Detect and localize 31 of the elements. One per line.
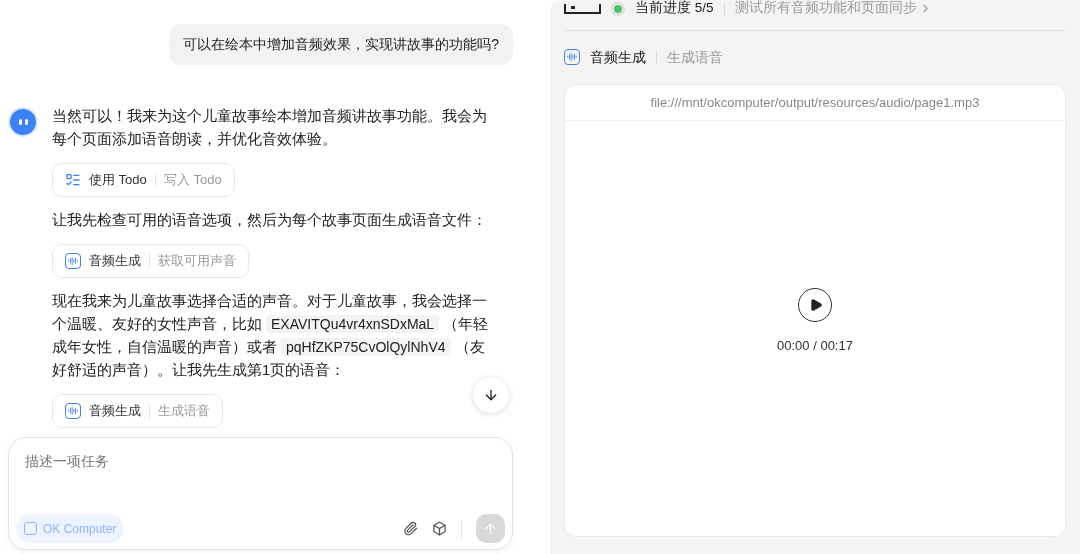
audio-wave-icon: [65, 253, 81, 269]
terminal-icon: [564, 3, 601, 14]
tool-name: 音频生成: [89, 252, 141, 271]
assistant-paragraph: 当然可以！我来为这个儿童故事绘本增加音频讲故事功能。我会为每个页面添加语音朗读，并优化音效体验。: [52, 107, 488, 149]
tool-name: 音频生成: [89, 402, 141, 421]
tool-action: 写入 Todo: [163, 171, 222, 190]
task-input-box[interactable]: 描述一项任务 OK Computer: [8, 437, 513, 550]
attach-icon[interactable]: [403, 521, 418, 536]
cube-icon[interactable]: [432, 521, 447, 536]
assistant-avatar: [10, 109, 36, 135]
playback-time: 00:00 / 00:17: [777, 336, 853, 355]
tool-name: 使用 Todo: [89, 171, 147, 190]
tool-call-chip[interactable]: 音频生成 获取可用声音: [52, 244, 249, 278]
assistant-paragraph: 现在我来为儿童故事选择合适的声音。对于儿童故事，我会选择一个温暖、友好的女性声音，比如 EXAVITQu4vr4xnSDxMaL （年轻成年女性，自信温暖的声音）或者 pqHfZKP75CvOlQylNhV4 （友好舒适的声音）。让我先生成第1页的语音：: [52, 292, 490, 380]
progress-label: 当前进度 5/5: [635, 0, 714, 18]
checklist-icon: [65, 172, 81, 188]
audio-wave-icon: [564, 49, 580, 65]
tool-action: 生成语音: [667, 47, 723, 67]
tool-action: 生成语音: [158, 402, 210, 421]
file-path: file:///mnt/okcomputer/output/resources/audio/page1.mp3: [650, 93, 980, 112]
audio-wave-icon: [65, 403, 81, 419]
input-placeholder: 描述一项任务: [24, 452, 110, 471]
tool-call-chip[interactable]: 音频生成 生成语音: [52, 394, 223, 428]
user-message: 可以在绘本中增加音频效果，实现讲故事的功能吗?: [169, 24, 513, 65]
scroll-down-button[interactable]: [473, 377, 509, 413]
tool-action: 获取可用声音: [158, 252, 236, 271]
arrow-down-icon: [483, 387, 499, 403]
tool-call-chip[interactable]: 使用 Todo 写入 Todo: [52, 163, 235, 197]
assistant-paragraph: 让我先检查可用的语音选项，然后为每个故事页面生成语音文件：: [52, 211, 488, 230]
tool-name: 音频生成: [590, 47, 646, 67]
play-icon: [809, 297, 823, 312]
